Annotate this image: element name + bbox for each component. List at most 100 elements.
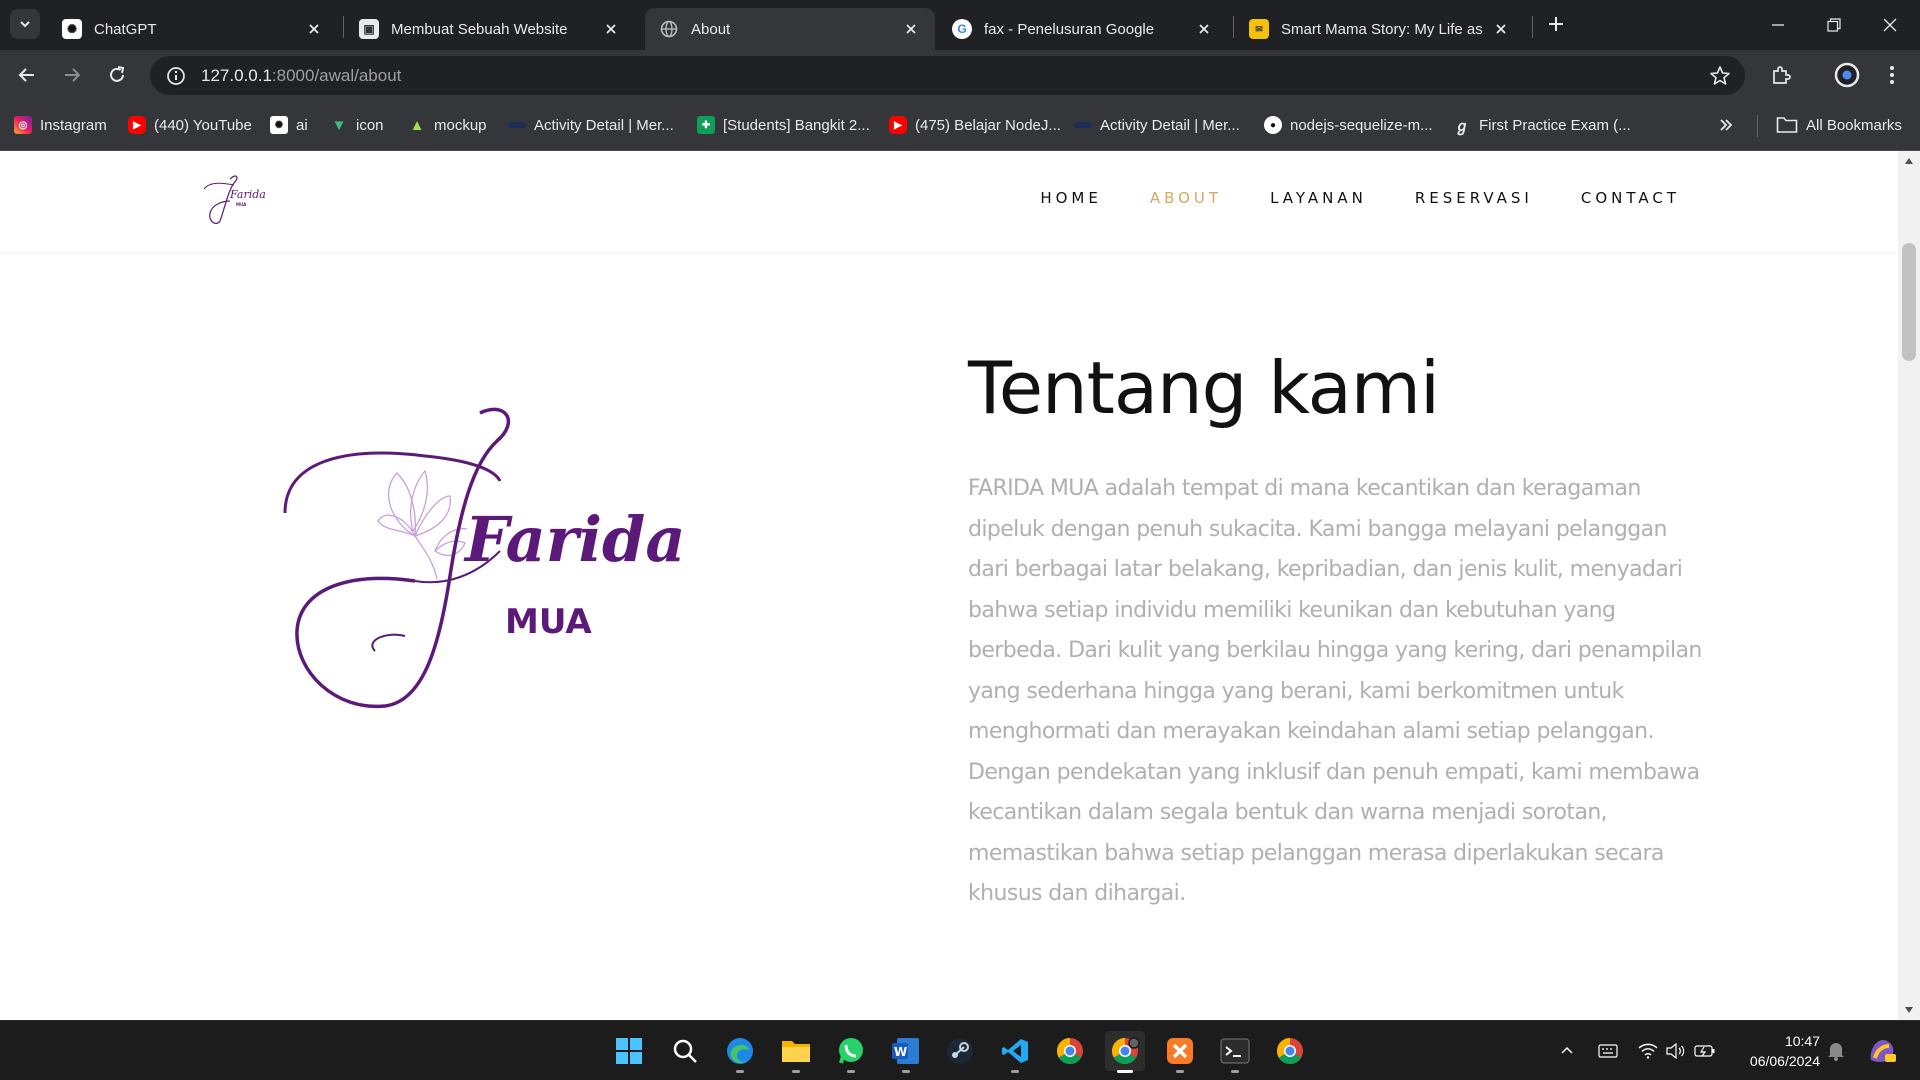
- vscode-icon[interactable]: [995, 1031, 1035, 1073]
- google-icon: G: [952, 19, 972, 39]
- chrome-profile-icon[interactable]: [1105, 1031, 1145, 1073]
- minimize-button[interactable]: [1750, 8, 1806, 42]
- close-window-button[interactable]: [1862, 8, 1918, 42]
- profile-button[interactable]: [1830, 58, 1864, 92]
- page-scrollbar[interactable]: [1898, 151, 1920, 1020]
- file-explorer-icon[interactable]: [776, 1031, 816, 1073]
- nav-layanan[interactable]: LAYANAN: [1270, 189, 1367, 207]
- bookmark-label: First Practice Exam (...: [1479, 116, 1631, 134]
- address-bar[interactable]: 127.0.0.1:8000/awal/about: [150, 56, 1745, 95]
- plus-icon: [1549, 17, 1563, 31]
- keyboard-icon[interactable]: [1596, 1039, 1620, 1063]
- site-logo-sub: MUA: [236, 202, 247, 207]
- bookmark-nodejs-youtube[interactable]: ▶ (475) Belajar NodeJ...: [889, 114, 1061, 136]
- close-icon[interactable]: [1491, 19, 1511, 39]
- whatsapp-icon[interactable]: [831, 1031, 871, 1073]
- site-nav: HOME ABOUT LAYANAN RESERVASI CONTACT: [992, 189, 1680, 207]
- chevron-down-icon: [20, 21, 30, 28]
- svg-text:W: W: [894, 1045, 907, 1059]
- system-clock[interactable]: 10:47 06/06/2024: [1730, 1031, 1820, 1071]
- battery-icon[interactable]: [1693, 1039, 1717, 1063]
- bookmark-exam[interactable]: ℊ First Practice Exam (...: [1453, 114, 1631, 136]
- chrome-icon[interactable]: [1050, 1031, 1090, 1071]
- url-path: :8000/awal/about: [271, 65, 402, 85]
- nav-about[interactable]: ABOUT: [1150, 189, 1222, 207]
- word-icon[interactable]: W: [886, 1031, 926, 1073]
- bookmark-label: mockup: [434, 116, 487, 134]
- bookmark-mockup[interactable]: ▲ mockup: [408, 114, 487, 136]
- bookmark-ai[interactable]: ✺ ai: [270, 114, 308, 136]
- forward-button[interactable]: [55, 58, 89, 92]
- site-logo[interactable]: Farida MUA: [200, 171, 270, 226]
- tab-search-button[interactable]: [10, 9, 40, 39]
- terminal-icon[interactable]: [1215, 1031, 1255, 1073]
- menu-button[interactable]: [1875, 58, 1909, 92]
- chrome-icon[interactable]: [1270, 1031, 1310, 1071]
- windows-start-icon[interactable]: [609, 1031, 649, 1071]
- extensions-button[interactable]: [1764, 58, 1798, 92]
- copilot-icon[interactable]: [1866, 1035, 1898, 1067]
- tab-chatgpt[interactable]: ✺ ChatGPT: [48, 8, 338, 50]
- url-host: 127.0.0.1: [201, 65, 272, 85]
- back-button[interactable]: [10, 58, 44, 92]
- tab-title: About: [691, 20, 731, 38]
- search-icon[interactable]: [665, 1031, 705, 1071]
- close-icon[interactable]: [601, 19, 621, 39]
- arrow-right-icon: [65, 68, 81, 82]
- close-icon[interactable]: [901, 19, 921, 39]
- farida-mua-logo: Farida MUA: [275, 401, 725, 741]
- tab-title: fax - Penelusuran Google: [984, 20, 1155, 38]
- notification-bell-icon[interactable]: [1824, 1039, 1848, 1063]
- xampp-icon[interactable]: [1160, 1031, 1200, 1073]
- nav-reservasi[interactable]: RESERVASI: [1415, 189, 1533, 207]
- url-text: 127.0.0.1:8000/awal/about: [201, 66, 401, 86]
- bookmark-activity-2[interactable]: Activity Detail | Mer...: [1074, 114, 1240, 136]
- bookmark-bangkit[interactable]: ✚ [Students] Bangkit 2...: [697, 114, 870, 136]
- bookmark-label: Activity Detail | Mer...: [534, 116, 674, 134]
- classroom-icon: ▣: [359, 19, 379, 39]
- tab-smart-mama[interactable]: ✉ Smart Mama Story: My Life as a: [1235, 8, 1525, 50]
- more-bookmarks-button[interactable]: [1718, 114, 1734, 136]
- bookmark-instagram[interactable]: ◎ Instagram: [14, 114, 107, 136]
- blog-icon: ✉: [1249, 19, 1269, 39]
- site-info-icon[interactable]: [155, 56, 197, 95]
- nav-home[interactable]: HOME: [1040, 189, 1102, 207]
- edge-icon[interactable]: [720, 1031, 760, 1073]
- close-icon[interactable]: [1194, 19, 1214, 39]
- profile-icon: [1834, 62, 1860, 88]
- bookmark-youtube[interactable]: ▶ (440) YouTube: [128, 114, 252, 136]
- all-bookmarks-button[interactable]: All Bookmarks: [1776, 114, 1902, 136]
- clock-time: 10:47: [1784, 1033, 1820, 1049]
- minimize-icon: [1772, 24, 1784, 26]
- bookmark-label: (475) Belajar NodeJ...: [915, 116, 1061, 134]
- bookmark-icon[interactable]: ▼ icon: [330, 114, 384, 136]
- close-icon[interactable]: [304, 19, 324, 39]
- tab-separator: [343, 16, 344, 38]
- scroll-thumb[interactable]: [1902, 243, 1916, 361]
- tab-membuat-website[interactable]: ▣ Membuat Sebuah Website: [345, 8, 635, 50]
- steam-icon[interactable]: [940, 1031, 980, 1071]
- scroll-up-arrow-icon[interactable]: [1903, 155, 1915, 167]
- volume-icon[interactable]: [1664, 1039, 1688, 1063]
- puzzle-icon: [1773, 66, 1791, 84]
- scroll-down-arrow-icon[interactable]: [1903, 1004, 1915, 1016]
- running-indicator: [1011, 1070, 1019, 1073]
- restore-icon: [1827, 18, 1841, 32]
- wifi-icon[interactable]: [1636, 1039, 1660, 1063]
- tab-about[interactable]: About: [645, 8, 935, 50]
- tab-separator: [1233, 16, 1234, 38]
- running-indicator: [736, 1070, 744, 1073]
- bookmark-activity-1[interactable]: Activity Detail | Mer...: [508, 114, 674, 136]
- new-tab-button[interactable]: [1544, 12, 1568, 36]
- restore-button[interactable]: [1806, 8, 1862, 42]
- reload-button[interactable]: [100, 58, 134, 92]
- tab-title: ChatGPT: [94, 20, 157, 38]
- bookmark-star-button[interactable]: [1707, 63, 1733, 89]
- all-bookmarks-label: All Bookmarks: [1806, 116, 1902, 134]
- running-indicator: [902, 1070, 910, 1073]
- chevron-up-icon[interactable]: [1555, 1039, 1579, 1063]
- nav-contact[interactable]: CONTACT: [1581, 189, 1680, 207]
- bookmark-github[interactable]: ● nodejs-sequelize-m...: [1264, 114, 1433, 136]
- about-description: FARIDA MUA adalah tempat di mana kecanti…: [968, 476, 1702, 906]
- tab-google-search[interactable]: G fax - Penelusuran Google: [938, 8, 1228, 50]
